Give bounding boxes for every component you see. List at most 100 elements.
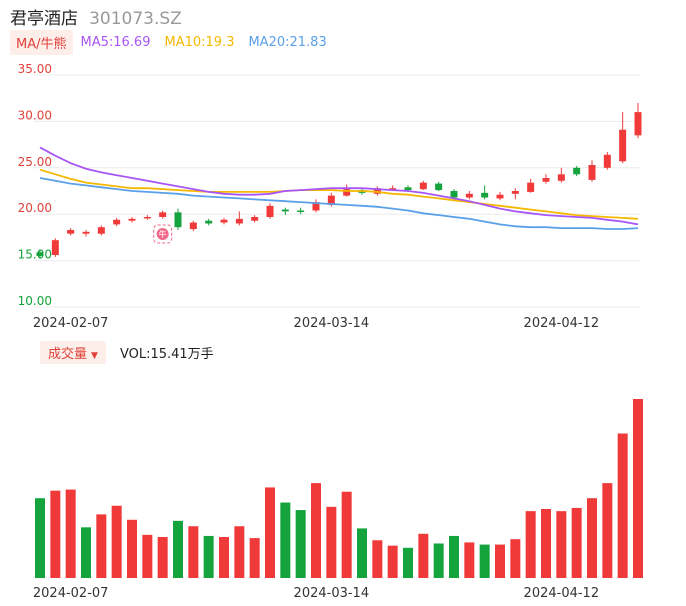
candle-body xyxy=(496,194,504,199)
candle-body xyxy=(67,229,75,234)
candle-body xyxy=(281,209,289,212)
candle-body xyxy=(220,219,228,223)
candle-body xyxy=(251,216,259,221)
candle-body xyxy=(174,212,182,228)
candle xyxy=(511,188,519,200)
candle xyxy=(67,228,75,236)
volume-bar xyxy=(111,505,122,578)
volume-bar xyxy=(142,534,153,578)
candle-body xyxy=(619,129,627,162)
candle xyxy=(496,191,504,201)
candle xyxy=(588,160,596,182)
volume-bar xyxy=(602,483,613,578)
volume-bar xyxy=(311,483,321,578)
candle xyxy=(435,181,443,191)
candle-body xyxy=(205,220,213,224)
candle xyxy=(143,215,151,220)
volume-bar xyxy=(357,528,367,578)
volume-value: VOL:15.41万手 xyxy=(119,346,214,362)
candle xyxy=(251,215,259,223)
candle-body xyxy=(297,210,305,212)
volume-bar xyxy=(633,399,643,578)
volume-bar xyxy=(464,542,475,578)
volume-bar xyxy=(587,498,597,578)
volume-bar xyxy=(525,511,536,578)
candle xyxy=(174,208,182,230)
volume-bar xyxy=(418,533,429,578)
volume-bar xyxy=(403,547,413,578)
x-tick-label: 2024-02-07 xyxy=(33,586,109,601)
candle-body xyxy=(128,218,136,221)
candle xyxy=(419,180,427,191)
volume-bar xyxy=(50,490,61,578)
candle xyxy=(634,102,642,139)
volume-bar xyxy=(249,538,260,578)
x-tick-label: 2024-02-07 xyxy=(33,316,109,331)
candle xyxy=(603,152,611,170)
candle-body xyxy=(435,183,443,191)
volume-indicator-selector[interactable]: 成交量 ▼ xyxy=(40,340,106,364)
candle-body xyxy=(404,187,412,191)
x-tick-label: 2024-03-14 xyxy=(294,316,370,331)
ma20-line xyxy=(39,177,639,230)
y-tick-label: 20.00 xyxy=(18,201,52,215)
candle-body xyxy=(542,178,550,182)
volume-bar xyxy=(265,487,275,578)
candle xyxy=(159,210,167,219)
candle xyxy=(481,185,489,200)
volume-bar xyxy=(341,491,352,578)
candle-body xyxy=(51,240,59,256)
candle-body xyxy=(511,191,519,194)
volume-bar xyxy=(495,544,505,578)
volume-bar xyxy=(157,537,168,578)
volume-bar xyxy=(203,535,214,578)
candlestick-chart[interactable]: 35.00 30.00 25.00 20.00 15.00 10.00 2024-02-0… xyxy=(0,0,686,340)
volume-bar xyxy=(188,526,199,578)
volume-bar xyxy=(173,520,183,578)
candle-body xyxy=(82,231,90,234)
candle-body xyxy=(189,222,197,230)
candle xyxy=(619,112,627,164)
candle xyxy=(51,238,59,257)
candle-body xyxy=(588,165,596,180)
volume-bar xyxy=(280,502,291,578)
volume-selector-label: 成交量 xyxy=(48,346,88,362)
candle xyxy=(297,207,305,215)
bull-badge-glyph: 牛 xyxy=(159,229,167,239)
volume-bar xyxy=(571,507,582,578)
candle xyxy=(542,174,550,184)
y-tick-label: 35.00 xyxy=(18,62,52,76)
candle-body xyxy=(113,219,121,225)
volume-bar xyxy=(35,498,45,578)
candle xyxy=(205,218,213,226)
candle xyxy=(189,220,197,231)
volume-bar xyxy=(372,540,383,578)
candle xyxy=(220,217,228,225)
x-tick-label: 2024-04-12 xyxy=(524,316,600,331)
candle-body xyxy=(527,182,535,192)
volume-bar xyxy=(449,535,459,578)
x-tick-label: 2024-03-14 xyxy=(294,586,370,601)
caret-down-icon: ▼ xyxy=(91,350,98,361)
candle-body xyxy=(450,191,458,198)
candle-body xyxy=(36,252,44,256)
candle-body xyxy=(603,154,611,168)
candle xyxy=(113,217,121,227)
volume-bar xyxy=(219,537,229,578)
y-tick-label: 15.00 xyxy=(18,248,52,262)
volume-bar xyxy=(65,489,76,578)
candle-body xyxy=(143,216,151,219)
candle xyxy=(128,216,136,223)
candle xyxy=(97,225,105,236)
volume-legend: 成交量 ▼ VOL:15.41万手 xyxy=(40,340,214,364)
candle-body xyxy=(419,182,427,190)
candle xyxy=(465,191,473,200)
volume-bar xyxy=(510,539,521,578)
candle xyxy=(557,167,565,183)
candle xyxy=(312,199,320,213)
volume-bar xyxy=(127,519,137,578)
y-tick-label: 10.00 xyxy=(18,294,52,308)
y-tick-label: 30.00 xyxy=(18,108,52,122)
volume-bar xyxy=(326,506,337,578)
candle-body xyxy=(465,193,473,198)
